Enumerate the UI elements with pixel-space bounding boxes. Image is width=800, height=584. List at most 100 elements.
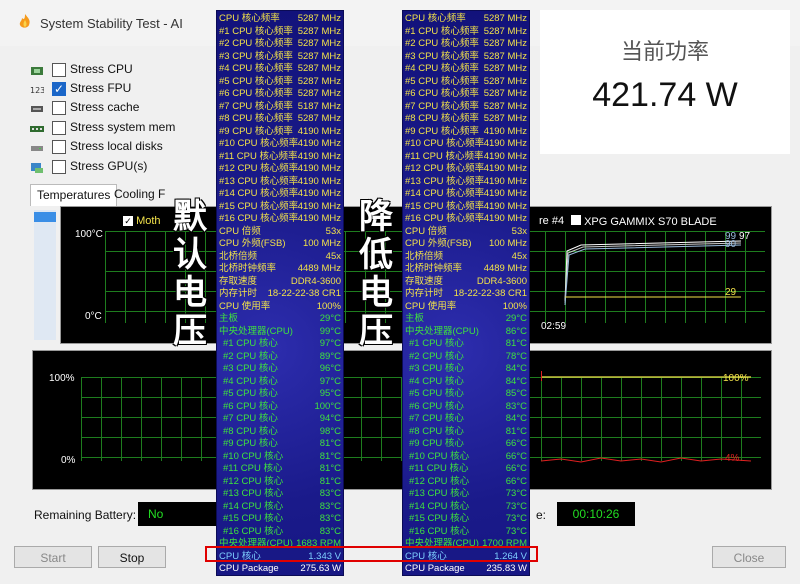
- sensor-row: #7 CPU 核心频率 5287 MHz: [405, 101, 527, 114]
- option-stress-gpu[interactable]: Stress GPU(s): [30, 159, 170, 177]
- sensor-value: 5287 MHz: [483, 38, 527, 49]
- sensor-name: 中央处理器(CPU): [219, 325, 293, 337]
- battery-value: No: [138, 502, 218, 526]
- sensor-name: #1 CPU 核心频率: [219, 25, 293, 37]
- sensor-name: #15 CPU 核心频率: [405, 200, 485, 212]
- sensor-name: #3 CPU 核心频率: [405, 50, 479, 62]
- power-title: 当前功率: [620, 39, 709, 64]
- sensor-name: #14 CPU 核心: [223, 500, 284, 512]
- sensor-row: #5 CPU 核心 85°C: [405, 388, 527, 401]
- sensor-name: #8 CPU 核心: [223, 425, 278, 437]
- sensor-row: #6 CPU 核心频率 5287 MHz: [405, 88, 527, 101]
- sensor-name: #16 CPU 核心频率: [219, 213, 299, 224]
- power-value: 421.74 W: [592, 76, 738, 114]
- checkbox-stress-cache[interactable]: [52, 101, 66, 115]
- sensor-row: #14 CPU 核心频率 4190 MHz: [405, 188, 527, 201]
- sensor-name: #4 CPU 核心: [223, 375, 278, 387]
- sensor-name: #7 CPU 核心频率: [405, 100, 479, 112]
- option-stress-fpu[interactable]: 123 ✓ Stress FPU: [30, 81, 170, 99]
- sensor-value: 99°C: [319, 325, 341, 337]
- sensor-row: #2 CPU 核心 78°C: [405, 351, 527, 364]
- sensor-value: 78°C: [505, 350, 527, 362]
- sensor-value: 81°C: [505, 425, 527, 437]
- sensor-value: 18-22-22-38 CR1: [453, 288, 527, 299]
- sensor-row: #3 CPU 核心 84°C: [405, 363, 527, 376]
- sensor-name: #4 CPU 核心频率: [219, 63, 293, 74]
- sensor-name: 北桥倍频: [219, 250, 258, 262]
- sensor-value: 235.83 W: [486, 563, 527, 574]
- sensor-row: 北桥倍频 45x: [405, 251, 527, 264]
- sensor-row: 内存计时 18-22-22-38 CR1: [405, 288, 527, 301]
- sensor-row: #13 CPU 核心频率 4190 MHz: [405, 176, 527, 189]
- tab-cooling-fans[interactable]: Cooling F: [108, 184, 171, 206]
- checkbox-stress-cpu[interactable]: [52, 63, 66, 77]
- sensor-name: 北桥倍频: [405, 250, 444, 262]
- sensor-name: #2 CPU 核心频率: [405, 38, 479, 49]
- sensor-name: #16 CPU 核心: [223, 525, 284, 537]
- start-button[interactable]: Start: [14, 546, 92, 568]
- close-button[interactable]: Close: [712, 546, 786, 568]
- sensor-value: 53x: [511, 225, 527, 237]
- sensor-name: CPU 使用率: [219, 300, 271, 312]
- sensor-row: #10 CPU 核心频率 4190 MHz: [219, 138, 341, 151]
- label-char: 降: [359, 198, 393, 236]
- sensor-row: CPU 外频(FSB) 100 MHz: [405, 238, 527, 251]
- selected-sensor[interactable]: [34, 212, 56, 222]
- legend-checkbox-motherboard[interactable]: ✓ Moth: [123, 215, 161, 227]
- checkbox-stress-gpu[interactable]: [52, 160, 66, 174]
- sensor-name: #10 CPU 核心频率: [219, 138, 299, 149]
- y-min-label: 0°C: [85, 311, 102, 322]
- sensor-name: CPU 使用率: [405, 300, 457, 312]
- tab-temperatures[interactable]: Temperatures: [30, 184, 118, 206]
- option-stress-memory[interactable]: Stress system mem: [30, 120, 175, 138]
- sensor-value: 83°C: [505, 400, 527, 412]
- sensor-row: 中央处理器(CPU) 86°C: [405, 326, 527, 339]
- sensor-value: 5287 MHz: [483, 50, 527, 62]
- sensor-name: #5 CPU 核心: [223, 388, 278, 399]
- sensor-row: #10 CPU 核心频率 4190 MHz: [405, 138, 527, 151]
- sensor-value: 81°C: [319, 438, 341, 449]
- sensor-row: #14 CPU 核心频率 4190 MHz: [219, 188, 341, 201]
- sensor-row: #5 CPU 核心 95°C: [219, 388, 341, 401]
- sensor-value: 85°C: [505, 388, 527, 399]
- sensor-value: 29°C: [505, 313, 527, 324]
- sensor-name: 内存计时: [219, 288, 258, 299]
- sensor-name: #5 CPU 核心: [409, 388, 464, 399]
- option-stress-disks[interactable]: Stress local disks: [30, 139, 170, 157]
- sensor-row: CPU 使用率 100%: [405, 301, 527, 314]
- sensor-row: #8 CPU 核心频率 5287 MHz: [405, 113, 527, 126]
- sensor-row: 内存计时 18-22-22-38 CR1: [219, 288, 341, 301]
- sensor-name: #4 CPU 核心: [409, 375, 464, 387]
- sensor-value: 5287 MHz: [297, 25, 341, 37]
- sensor-name: #6 CPU 核心: [409, 400, 464, 412]
- stop-button[interactable]: Stop: [98, 546, 166, 568]
- sensor-row: #3 CPU 核心频率 5287 MHz: [219, 51, 341, 64]
- legend-checkbox-ssd[interactable]: XPG GAMMIX S70 BLADE: [571, 215, 717, 228]
- sensor-row: #7 CPU 核心频率 5187 MHz: [219, 101, 341, 114]
- sensor-name: #5 CPU 核心频率: [405, 75, 479, 87]
- sensor-row: #8 CPU 核心 98°C: [219, 426, 341, 439]
- sensor-value: 5287 MHz: [483, 75, 527, 87]
- sensor-value: 5287 MHz: [297, 88, 341, 99]
- sensor-value: 89°C: [319, 350, 341, 362]
- cache-icon: [30, 102, 44, 114]
- sensor-value: 275.63 W: [300, 563, 341, 574]
- sensor-row: CPU 核心频率 5287 MHz: [405, 13, 527, 26]
- option-stress-cpu[interactable]: Stress CPU: [30, 62, 170, 80]
- sensor-value: 4190 MHz: [483, 150, 527, 162]
- sensor-list[interactable]: [34, 210, 56, 340]
- sensor-row: CPU 核心频率 5287 MHz: [219, 13, 341, 26]
- checkbox-stress-memory[interactable]: [52, 121, 66, 135]
- sensor-value: 4190 MHz: [483, 125, 527, 137]
- label-char: 压: [173, 312, 207, 350]
- checkbox-stress-disks[interactable]: [52, 140, 66, 154]
- option-stress-cache[interactable]: Stress cache: [30, 100, 170, 118]
- sensor-name: #12 CPU 核心频率: [219, 163, 299, 174]
- flame-icon: [16, 13, 34, 31]
- sensor-row: #6 CPU 核心频率 5287 MHz: [219, 88, 341, 101]
- sensor-value: 100 MHz: [302, 238, 341, 249]
- sensor-row: #16 CPU 核心频率 4190 MHz: [219, 213, 341, 226]
- sensor-name: 存取速度: [405, 275, 444, 287]
- sensor-row: #2 CPU 核心频率 5287 MHz: [405, 38, 527, 51]
- checkbox-stress-fpu[interactable]: ✓: [52, 82, 66, 96]
